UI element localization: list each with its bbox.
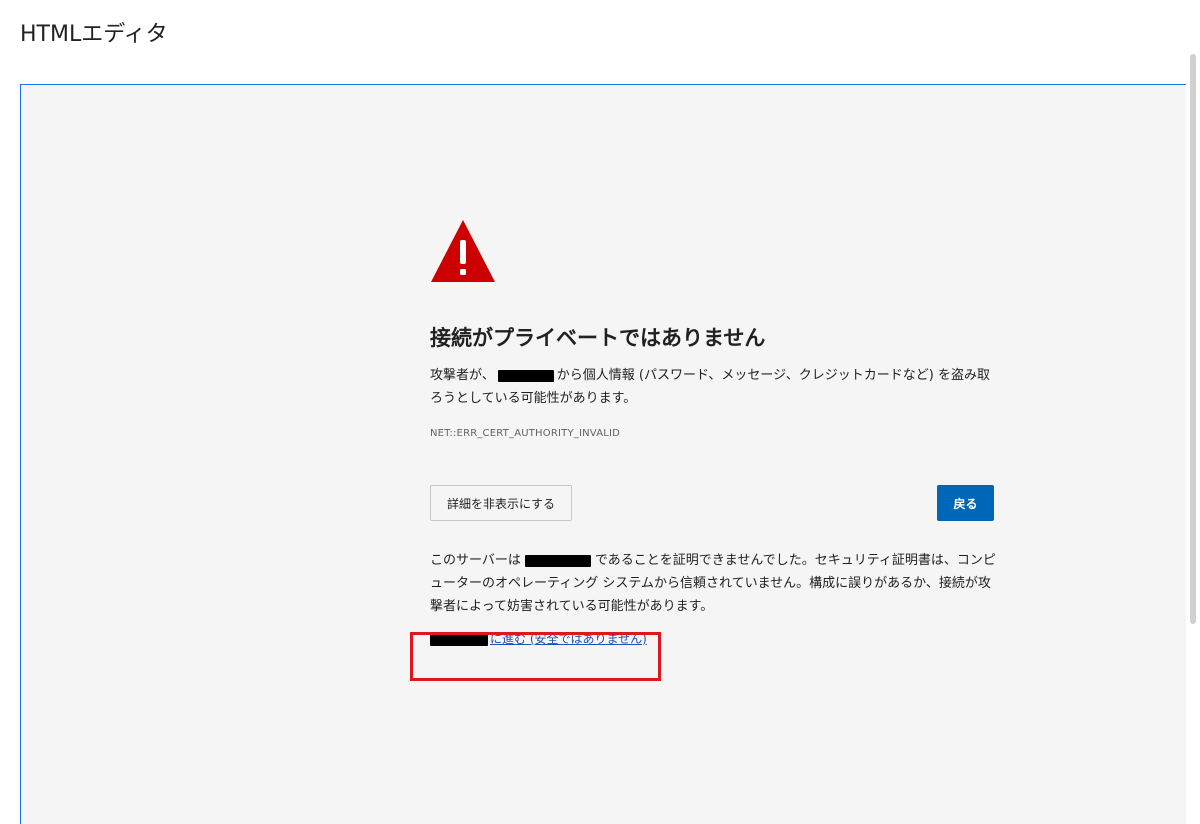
detail-before: このサーバーは — [430, 553, 521, 568]
page-title: 接続がプライベートではありません — [430, 326, 766, 350]
redacted-domain — [524, 554, 591, 567]
app-title: HTMLエディタ — [20, 22, 168, 47]
details-text: このサーバーは であることを証明できませんでした。セキュリティ証明書は、コンピュー… — [430, 549, 996, 618]
redacted-domain — [497, 369, 554, 382]
back-button[interactable]: 戻る — [937, 485, 994, 521]
desc-before: 攻撃者が、 — [430, 368, 495, 383]
highlight-annotation-box — [410, 632, 661, 681]
hide-details-button[interactable]: 詳細を非表示にする — [430, 485, 572, 521]
warning-description: 攻撃者が、 から個人情報 (パスワード、メッセージ、クレジットカードなど) を盗み… — [430, 364, 996, 410]
error-code: NET::ERR_CERT_AUTHORITY_INVALID — [430, 428, 621, 439]
scrollbar-thumb[interactable] — [1190, 54, 1196, 624]
error-content: 接続がプライベートではありません 攻撃者が、 から個人情報 (パスワード、メッセー… — [430, 218, 996, 647]
warning-triangle-icon — [431, 220, 495, 282]
button-row: 詳細を非表示にする 戻る — [430, 485, 996, 521]
